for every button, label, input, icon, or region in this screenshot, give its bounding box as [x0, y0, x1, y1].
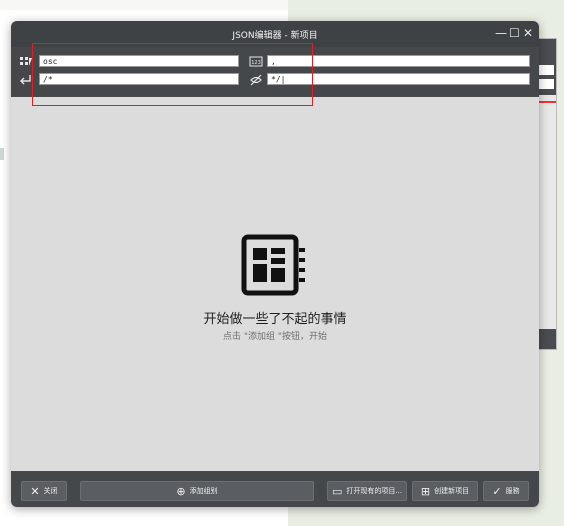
- close-x-icon: ✕: [30, 484, 40, 498]
- minimize-icon[interactable]: —: [495, 26, 507, 40]
- background-window[interactable]: [536, 38, 557, 350]
- create-new-project-button[interactable]: ⊞ 创建新项目: [412, 481, 478, 501]
- annotation-box-settings: [32, 43, 313, 106]
- window-title: JSON编辑器 - 新项目: [232, 31, 318, 41]
- confirm-button[interactable]: ✓ 服務: [483, 481, 529, 501]
- create-new-project-button-label: 创建新项目: [434, 487, 470, 495]
- add-group-button-label: 添加组别: [189, 487, 218, 495]
- empty-state-title: 开始做一些了不起的事情: [203, 312, 347, 327]
- open-existing-button[interactable]: ▭ 打开现有的项目...: [327, 481, 407, 501]
- confirm-button-label: 服務: [505, 487, 520, 495]
- empty-project-icon: [241, 234, 305, 296]
- separator-grid-icon: [20, 57, 32, 66]
- empty-state-subtitle: 点击 "添加组 "按钮，开始: [222, 332, 327, 342]
- wrap-return-icon: [20, 75, 31, 85]
- add-circle-icon: ⊕: [176, 484, 186, 498]
- background-window-field: [538, 79, 554, 89]
- folder-icon: ▭: [331, 484, 343, 498]
- check-icon: ✓: [492, 484, 502, 498]
- new-folder-icon: ⊞: [420, 484, 431, 498]
- maximize-icon[interactable]: ☐: [509, 26, 520, 40]
- add-group-button[interactable]: ⊕ 添加组别: [80, 481, 314, 501]
- close-button[interactable]: ✕ 关闭: [21, 481, 67, 501]
- json-editor-window: JSON编辑器 - 新项目 — ☐ ✕ osc 123 , /* */| 开始做…: [11, 21, 539, 507]
- close-icon[interactable]: ✕: [523, 26, 533, 40]
- bottom-toolbar: ✕ 关闭 ⊕ 添加组别 ▭ 打开现有的项目... ⊞ 创建新项目 ✓ 服務: [11, 471, 539, 507]
- close-button-label: 关闭: [43, 487, 58, 495]
- desktop-left-edge: [0, 148, 4, 160]
- background-window-footer: [536, 329, 556, 349]
- open-existing-button-label: 打开现有的项目...: [346, 487, 403, 495]
- background-window-field: [538, 65, 554, 75]
- background-window-highlight: [536, 101, 556, 103]
